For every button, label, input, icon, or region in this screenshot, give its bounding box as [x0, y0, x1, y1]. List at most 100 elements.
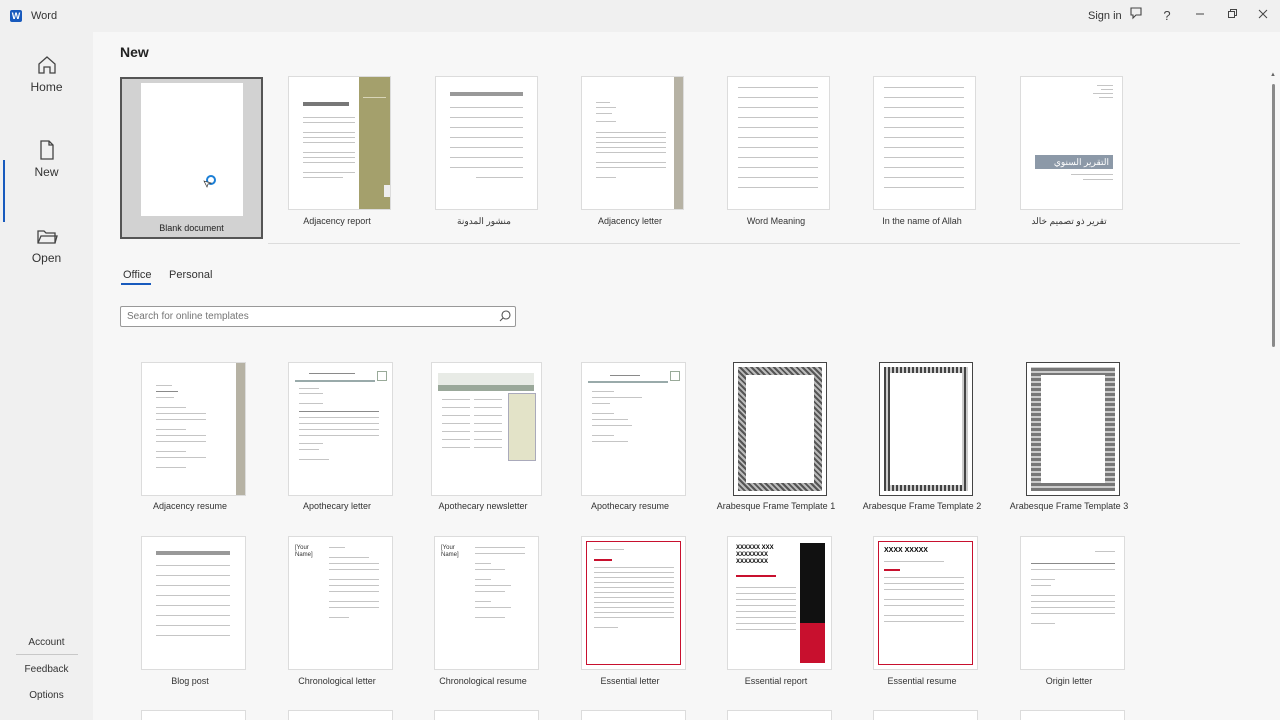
page-title: New [120, 44, 149, 60]
template-apothecary-newsletter[interactable]: Apothecary newsletter [408, 362, 558, 522]
template-adjacency-letter[interactable]: Adjacency letter [555, 76, 705, 226]
thumb-name: [Your Name] [295, 545, 313, 558]
template-in-the-name-of-allah[interactable]: In the name of Allah [847, 76, 997, 226]
template-arabesque-frame-1[interactable]: Arabesque Frame Template 1 [701, 362, 851, 522]
template-essential-report[interactable]: XXXXXX XXX XXXXXXXX XXXXXXXX Essential r… [701, 536, 851, 696]
template-chronological-letter[interactable]: [Your Name] Chronological letter [262, 536, 412, 696]
restore-icon[interactable] [1221, 6, 1243, 26]
minimize-icon[interactable] [1189, 6, 1211, 26]
template-blank-document[interactable]: Blank document [120, 77, 263, 239]
template-thumbnail [288, 362, 393, 496]
template-label: Apothecary resume [590, 501, 670, 511]
scrollbar-thumb[interactable] [1272, 84, 1275, 347]
template-thumbnail [1026, 362, 1120, 496]
sign-in-link[interactable]: Sign in [1088, 10, 1122, 22]
template-thumbnail[interactable] [288, 710, 393, 720]
tab-personal[interactable]: Personal [169, 269, 212, 281]
template-label: Origin letter [1045, 676, 1093, 686]
help-icon[interactable]: ? [1156, 6, 1178, 26]
template-apothecary-resume[interactable]: Apothecary resume [555, 362, 705, 522]
feedback-link[interactable]: Feedback [0, 664, 93, 675]
template-blog-post[interactable]: Blog post [115, 536, 265, 696]
sidebar-item-label: Open [31, 251, 62, 265]
template-thumbnail: XXXXXX XXX XXXXXXXX XXXXXXXX [727, 536, 832, 670]
template-thumbnail: [Your Name] [288, 536, 393, 670]
template-label: Adjacency resume [152, 501, 228, 511]
template-arabic-report[interactable]: التقرير السنوي تقرير ذو تصميم خالد [994, 76, 1144, 226]
search-input[interactable] [125, 310, 489, 323]
template-thumbnail [141, 536, 246, 670]
vertical-scrollbar[interactable]: ▲ [1270, 72, 1276, 720]
template-essential-letter[interactable]: Essential letter [555, 536, 705, 696]
new-document-icon [39, 140, 54, 160]
template-thumbnail [581, 76, 684, 210]
template-thumbnail[interactable] [1020, 710, 1125, 720]
template-thumbnail[interactable] [873, 710, 978, 720]
app-title: Word [31, 10, 58, 22]
sidebar-item-label: Home [30, 80, 63, 94]
template-thumbnail [581, 536, 686, 670]
template-label: Apothecary newsletter [438, 501, 528, 511]
template-thumbnail: XXXX XXXXX [873, 536, 978, 670]
template-adjacency-resume[interactable]: Adjacency resume [115, 362, 265, 522]
template-thumbnail[interactable] [727, 710, 832, 720]
section-divider [268, 243, 1240, 244]
sidebar-item-new[interactable]: New [0, 139, 93, 179]
search-icon[interactable] [498, 309, 512, 323]
template-blog-arabic[interactable]: منشور المدونة [409, 76, 559, 226]
template-label: Essential letter [600, 676, 660, 686]
template-thumbnail[interactable] [581, 710, 686, 720]
sidebar-item-label: New [34, 165, 59, 179]
template-essential-resume[interactable]: XXXX XXXXX Essential resume [847, 536, 997, 696]
template-label: Chronological letter [298, 676, 376, 686]
thumb-title: XXXX XXXXX [884, 547, 928, 554]
template-thumbnail[interactable] [141, 710, 246, 720]
loading-spinner-icon [203, 175, 216, 188]
template-label: Adjacency letter [597, 216, 663, 226]
template-thumbnail [873, 76, 976, 210]
template-label: Essential resume [887, 676, 957, 686]
template-thumbnail[interactable] [434, 710, 539, 720]
template-label: Apothecary letter [302, 501, 372, 511]
template-thumbnail [1020, 536, 1125, 670]
template-thumbnail [727, 76, 830, 210]
template-chronological-resume[interactable]: [Your Name] Chronological resume [408, 536, 558, 696]
template-thumbnail [733, 362, 827, 496]
feedback-icon[interactable] [1125, 6, 1147, 26]
template-thumbnail: التقرير السنوي [1020, 76, 1123, 210]
folder-icon [36, 230, 58, 244]
template-apothecary-letter[interactable]: Apothecary letter [262, 362, 412, 522]
sidebar-item-home[interactable]: Home [0, 54, 93, 94]
template-label: منشور المدونة [457, 216, 511, 226]
template-label: Word Meaning [746, 216, 806, 226]
template-arabesque-frame-3[interactable]: Arabesque Frame Template 3 [994, 362, 1144, 522]
sidebar-divider [16, 654, 78, 655]
template-search-box[interactable] [120, 306, 516, 327]
template-label: Arabesque Frame Template 2 [862, 501, 982, 511]
template-thumbnail: [Your Name] [434, 536, 539, 670]
template-thumbnail [288, 76, 391, 210]
account-link[interactable]: Account [0, 637, 93, 648]
thumb-name: [Your Name] [441, 545, 459, 558]
tab-office[interactable]: Office [123, 269, 152, 281]
template-thumbnail [435, 76, 538, 210]
template-thumbnail [581, 362, 686, 496]
scroll-up-arrow-icon[interactable]: ▲ [1270, 72, 1276, 78]
options-link[interactable]: Options [0, 690, 93, 701]
template-label: Arabesque Frame Template 3 [1009, 501, 1129, 511]
word-logo-icon: W [10, 10, 22, 22]
template-arabesque-frame-2[interactable]: Arabesque Frame Template 2 [847, 362, 997, 522]
template-label: Chronological resume [439, 676, 527, 686]
title-bar: W Word Sign in ? [0, 0, 1280, 32]
template-label: تقرير ذو تصميم خالد [1031, 216, 1107, 226]
template-label: In the name of Allah [882, 216, 962, 226]
sidebar-item-open[interactable]: Open [0, 225, 93, 265]
active-tab-indicator [121, 283, 151, 285]
main-content: New Blank document Adjacency report منشو… [93, 32, 1280, 720]
close-icon[interactable] [1252, 6, 1274, 26]
template-origin-letter[interactable]: Origin letter [994, 536, 1144, 696]
template-adjacency-report[interactable]: Adjacency report [262, 76, 412, 226]
template-word-meaning[interactable]: Word Meaning [701, 76, 851, 226]
backstage-sidebar: Home New Open Account Feedback Options [0, 32, 93, 720]
template-thumbnail [431, 362, 542, 496]
